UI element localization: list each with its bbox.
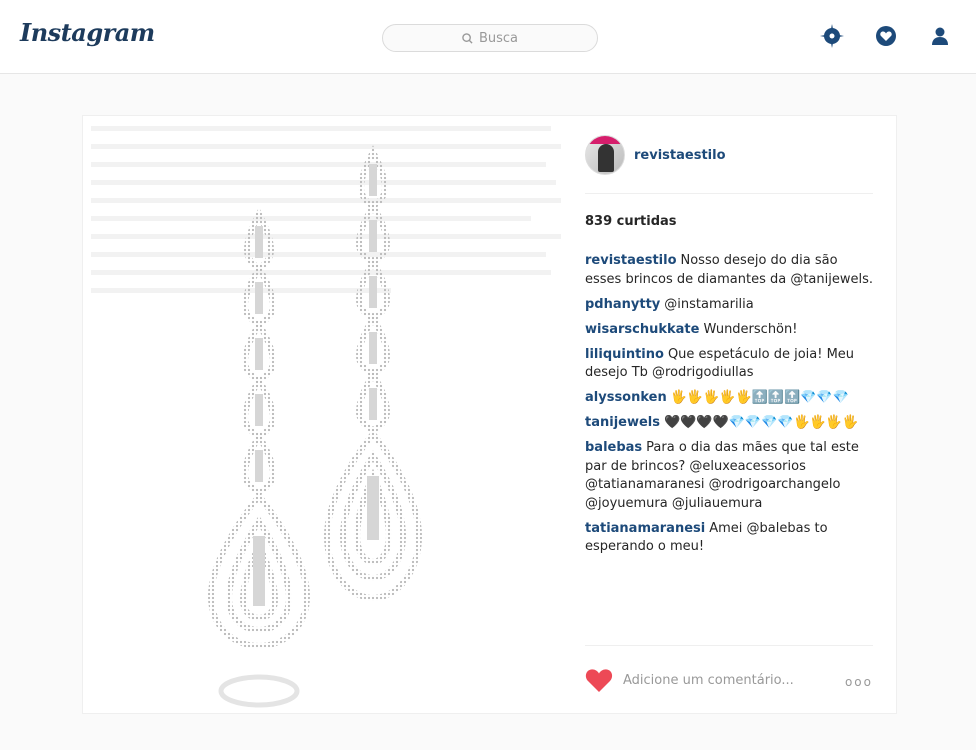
comment-item: pdhanytty @instamarilia xyxy=(585,296,873,315)
comment-text: Wunderschön! xyxy=(703,321,798,337)
divider xyxy=(585,193,873,194)
post-sidebar: revistaestilo 839 curtidas revistaestilo… xyxy=(585,116,873,713)
comment-item: liliquintino Que espetáculo de joia! Meu … xyxy=(585,346,873,383)
divider xyxy=(585,645,873,646)
comment-item: alyssonken 🖐🖐🖐🖐🖐🔝🔝🔝💎💎💎 xyxy=(585,389,873,408)
author-avatar[interactable] xyxy=(585,135,625,175)
profile-icon[interactable] xyxy=(928,24,952,48)
more-options-icon[interactable]: ooo xyxy=(845,675,873,689)
comment-item: revistaestilo Nosso desejo do dia são ess… xyxy=(585,252,873,289)
comment-item: tatianamaranesi Amei @balebas to esperand… xyxy=(585,520,873,557)
instagram-logo[interactable]: Instagram xyxy=(20,18,155,47)
comment-username[interactable]: revistaestilo xyxy=(585,253,677,268)
comment-username[interactable]: wisarschukkate xyxy=(585,322,699,337)
search-placeholder: Busca xyxy=(478,30,519,46)
comment-username[interactable]: tanijewels xyxy=(585,415,660,430)
comment-item: balebas Para o dia das mães que tal este … xyxy=(585,439,873,513)
like-count[interactable]: 839 curtidas xyxy=(585,214,677,229)
nav-icons xyxy=(820,24,952,48)
comment-input[interactable] xyxy=(623,672,843,688)
comment-item: tanijewels 🖤🖤🖤🖤💎💎💎💎🖐🖐🖐🖐 xyxy=(585,414,873,433)
comment-username[interactable]: balebas xyxy=(585,440,642,455)
comment-text: @instamarilia xyxy=(664,296,754,312)
post-author[interactable]: revistaestilo xyxy=(585,134,726,176)
comment-username[interactable]: alyssonken xyxy=(585,390,667,405)
comment-text: 🖤🖤🖤🖤💎💎💎💎🖐🖐🖐🖐 xyxy=(664,415,859,430)
comment-username[interactable]: liliquintino xyxy=(585,347,664,362)
post-photo[interactable] xyxy=(83,116,566,713)
diamond-earrings-image xyxy=(83,116,566,713)
comment-item: wisarschukkate Wunderschön! xyxy=(585,321,873,340)
author-username[interactable]: revistaestilo xyxy=(634,148,726,163)
comment-username[interactable]: pdhanytty xyxy=(585,297,660,312)
post-card: revistaestilo 839 curtidas revistaestilo… xyxy=(82,115,897,714)
activity-icon[interactable] xyxy=(874,24,898,48)
comment-text: 🖐🖐🖐🖐🖐🔝🔝🔝💎💎💎 xyxy=(670,390,849,405)
comment-username[interactable]: tatianamaranesi xyxy=(585,521,705,536)
explore-icon[interactable] xyxy=(820,24,844,48)
comment-list: revistaestilo Nosso desejo do dia são ess… xyxy=(585,252,873,563)
search-box[interactable]: Busca xyxy=(382,24,598,52)
top-navigation-bar: Instagram Busca xyxy=(0,0,976,74)
post-actions: ooo xyxy=(585,665,873,695)
like-heart-icon[interactable] xyxy=(585,667,613,693)
search-icon xyxy=(462,32,473,44)
